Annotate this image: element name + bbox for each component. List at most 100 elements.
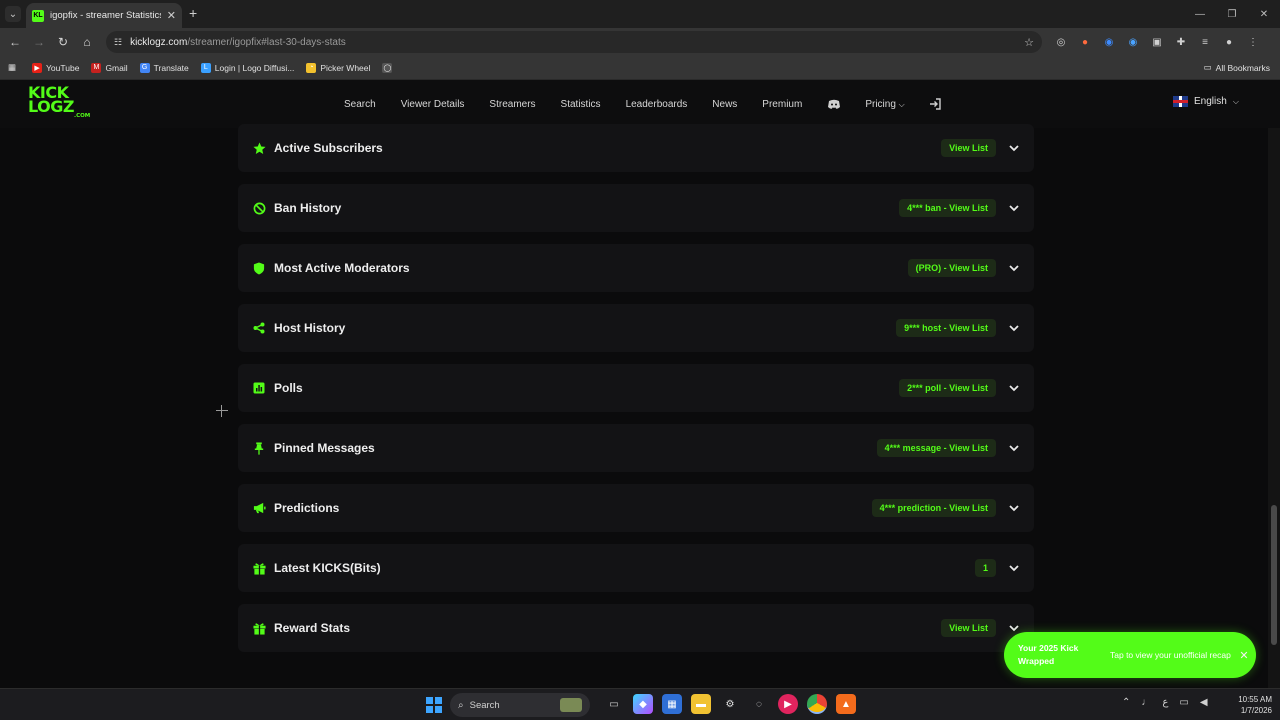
home-button[interactable]: ⌂: [75, 30, 99, 54]
bookmark-star-icon[interactable]: ☆: [1024, 36, 1034, 49]
bookmark-gmail[interactable]: M Gmail: [91, 62, 128, 73]
mouse-cursor: [216, 405, 228, 417]
view-list-badge[interactable]: View List: [941, 139, 996, 157]
forward-button[interactable]: →: [27, 30, 51, 54]
view-list-badge[interactable]: (PRO) - View List: [907, 259, 996, 277]
microphone-icon[interactable]: ♩: [1141, 697, 1151, 708]
store-icon[interactable]: ▦: [662, 694, 682, 714]
section-ban-history[interactable]: Ban History 4*** ban - View List: [238, 184, 1034, 232]
volume-icon[interactable]: ◀: [1200, 697, 1208, 708]
address-bar[interactable]: ☷ kicklogz.com /streamer/igopfix#last-30…: [106, 31, 1042, 53]
tab-search-button[interactable]: ⌄: [5, 6, 21, 22]
view-list-badge[interactable]: 4*** ban - View List: [899, 199, 996, 217]
view-list-badge[interactable]: 9*** host - View List: [896, 319, 996, 337]
chevron-down-icon[interactable]: [1008, 382, 1020, 394]
bookmark-globe[interactable]: ◯: [382, 62, 393, 73]
kick-wrapped-toast[interactable]: Your 2025 Kick Wrapped Tap to view your …: [1004, 632, 1256, 678]
scrollbar-thumb[interactable]: [1271, 505, 1277, 645]
all-bookmarks-button[interactable]: ▭ All Bookmarks: [1204, 62, 1270, 73]
settings-icon[interactable]: ⚙: [720, 694, 740, 714]
network-icon[interactable]: ▭: [1179, 697, 1188, 708]
discord-icon[interactable]: [827, 97, 841, 111]
back-button[interactable]: ←: [3, 30, 27, 54]
chevron-down-icon[interactable]: [1008, 262, 1020, 274]
toast-close-icon[interactable]: ✕: [1238, 648, 1250, 662]
kicks-count-badge[interactable]: 1: [974, 559, 996, 577]
task-view-icon[interactable]: ▭: [604, 694, 624, 714]
extensions-puzzle-icon[interactable]: ✚: [1172, 33, 1190, 51]
tab-close-icon[interactable]: ✕: [167, 9, 176, 22]
nav-search[interactable]: Search: [344, 99, 376, 110]
search-icon: ⌕: [458, 699, 464, 711]
windows-start-button[interactable]: [426, 697, 442, 713]
chevron-down-icon[interactable]: [1008, 622, 1020, 634]
bookmark-logo-diffusion[interactable]: L Login | Logo Diffusi...: [200, 62, 294, 73]
chevron-down-icon[interactable]: [1008, 502, 1020, 514]
section-most-active-moderators[interactable]: Most Active Moderators (PRO) - View List: [238, 244, 1034, 292]
chrome-icon[interactable]: [807, 694, 827, 714]
section-polls[interactable]: Polls 2*** poll - View List: [238, 364, 1034, 412]
logo-diffusion-icon: L: [200, 62, 211, 73]
search-highlight-icon: [560, 698, 582, 712]
language-indicator-icon[interactable]: ع: [1162, 697, 1168, 708]
extension-box-icon[interactable]: ▣: [1148, 33, 1166, 51]
profile-avatar-icon[interactable]: ●: [1220, 33, 1238, 51]
system-tray: ⌃ ♩ ع ▭ ◀: [1122, 697, 1208, 708]
apps-grid-icon[interactable]: ▦: [8, 62, 16, 73]
nav-viewer-details[interactable]: Viewer Details: [401, 99, 465, 110]
view-list-badge[interactable]: 4*** message - View List: [876, 439, 996, 457]
maximize-button[interactable]: ❐: [1216, 0, 1248, 28]
nav-streamers[interactable]: Streamers: [489, 99, 535, 110]
browser-tab-active[interactable]: KL igopfix - streamer Statistics ✕: [26, 3, 182, 28]
extension-fire-icon[interactable]: ●: [1076, 33, 1094, 51]
extension-blue-icon[interactable]: ◉: [1124, 33, 1142, 51]
ban-icon: [252, 201, 266, 215]
login-icon[interactable]: [928, 97, 942, 111]
nav-news[interactable]: News: [712, 99, 737, 110]
section-pinned-messages[interactable]: Pinned Messages 4*** message - View List: [238, 424, 1034, 472]
section-reward-stats[interactable]: Reward Stats View List: [238, 604, 1034, 652]
chevron-down-icon[interactable]: [1008, 442, 1020, 454]
reading-list-icon[interactable]: ≡: [1196, 33, 1214, 51]
page-scrollbar[interactable]: [1268, 128, 1280, 688]
taskbar-clock[interactable]: 10:55 AM 1/7/2026: [1228, 694, 1272, 716]
section-latest-kicks[interactable]: Latest KICKS(Bits) 1: [238, 544, 1034, 592]
section-host-history[interactable]: Host History 9*** host - View List: [238, 304, 1034, 352]
taskbar-search[interactable]: ⌕ Search: [450, 693, 590, 717]
view-list-badge[interactable]: 2*** poll - View List: [899, 379, 996, 397]
section-predictions[interactable]: Predictions 4*** prediction - View List: [238, 484, 1034, 532]
extension-circle-icon[interactable]: ◉: [1100, 33, 1118, 51]
chevron-down-icon[interactable]: [1008, 322, 1020, 334]
chevron-down-icon[interactable]: [1008, 202, 1020, 214]
chevron-down-icon[interactable]: [1008, 142, 1020, 154]
new-tab-button[interactable]: +: [189, 5, 197, 21]
site-info-icon[interactable]: ☷: [114, 37, 122, 48]
extension-glasses-icon[interactable]: ◎: [1052, 33, 1070, 51]
file-explorer-icon[interactable]: ▬: [691, 694, 711, 714]
bookmark-picker-wheel[interactable]: ◔ Picker Wheel: [306, 62, 370, 73]
vlc-icon[interactable]: ▲: [836, 694, 856, 714]
copilot-icon[interactable]: ◆: [633, 694, 653, 714]
app-ring-icon[interactable]: ◌: [749, 694, 769, 714]
minimize-button[interactable]: —: [1184, 0, 1216, 28]
browser-menu-icon[interactable]: ⋮: [1244, 33, 1262, 51]
site-header: KICK LOGZ .COM Search Viewer Details Str…: [0, 80, 1280, 128]
language-selector[interactable]: English ⌵: [1173, 96, 1239, 107]
reload-button[interactable]: ↻: [51, 30, 75, 54]
tray-overflow-icon[interactable]: ⌃: [1122, 697, 1130, 708]
media-player-icon[interactable]: ▶: [778, 694, 798, 714]
folder-icon: ▭: [1203, 62, 1212, 72]
chevron-down-icon[interactable]: [1008, 562, 1020, 574]
view-list-badge[interactable]: 4*** prediction - View List: [871, 499, 996, 517]
nav-leaderboards[interactable]: Leaderboards: [626, 99, 688, 110]
nav-pricing[interactable]: Pricing ⌵: [865, 99, 904, 110]
view-list-badge[interactable]: View List: [941, 619, 996, 637]
close-window-button[interactable]: ✕: [1248, 0, 1280, 28]
nav-premium[interactable]: Premium: [762, 99, 802, 110]
kicklogz-logo[interactable]: KICK LOGZ .COM: [28, 85, 90, 120]
bookmark-translate[interactable]: G Translate: [139, 62, 189, 73]
bookmark-youtube[interactable]: ▶ YouTube: [32, 62, 79, 73]
nav-statistics[interactable]: Statistics: [561, 99, 601, 110]
browser-toolbar: ← → ↻ ⌂ ☷ kicklogz.com /streamer/igopfix…: [0, 28, 1280, 56]
section-active-subscribers[interactable]: Active Subscribers View List: [238, 124, 1034, 172]
